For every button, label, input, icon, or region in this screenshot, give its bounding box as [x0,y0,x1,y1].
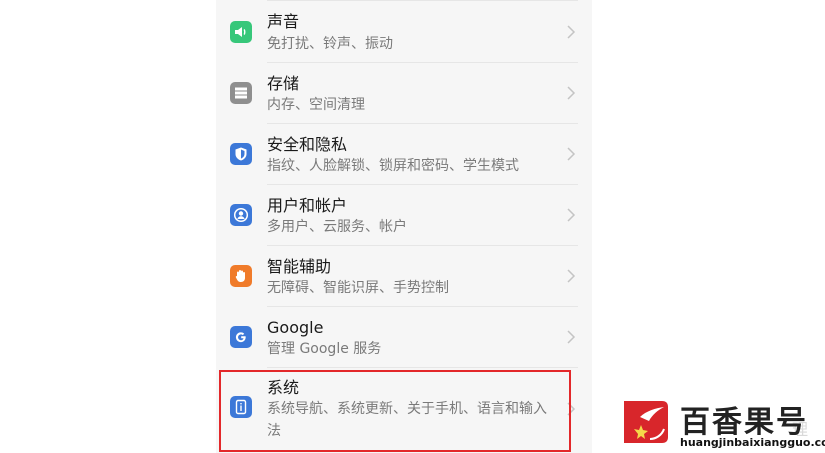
settings-item-google[interactable]: Google 管理 Google 服务 [216,306,592,367]
settings-item-title: 智能辅助 [267,257,332,276]
settings-item-title: 用户和帐户 [267,196,348,215]
speaker-icon [230,21,252,43]
divider [267,184,578,185]
settings-item-subtitle: 内存、空间清理 [267,97,365,113]
hand-icon [230,265,252,287]
settings-item-subtitle: 多用户、云服务、帐户 [267,219,407,235]
divider [267,245,578,246]
storage-icon [230,82,252,104]
watermark-logo: 百香果号 huangjinbaixiangguo.com [620,399,825,453]
chevron-right-icon [567,330,576,344]
settings-item-security[interactable]: 安全和隐私 指纹、人脸解锁、锁屏和密码、学生模式 [216,123,592,184]
chevron-right-icon [567,25,576,39]
chevron-right-icon [567,269,576,283]
settings-item-accounts[interactable]: 用户和帐户 多用户、云服务、帐户 [216,184,592,245]
settings-item-subtitle: 管理 Google 服务 [267,341,382,357]
settings-item-title: 声音 [267,12,300,31]
divider [267,62,578,63]
highlight-box [219,370,571,452]
watermark-url: huangjinbaixiangguo.com [680,436,825,449]
divider [267,0,578,1]
chevron-right-icon [567,208,576,222]
settings-item-subtitle: 指纹、人脸解锁、锁屏和密码、学生模式 [267,158,519,174]
settings-item-sound[interactable]: 声音 免打扰、铃声、振动 [216,0,592,62]
settings-item-title: 安全和隐私 [267,135,348,154]
settings-item-subtitle: 免打扰、铃声、振动 [267,36,393,52]
settings-item-storage[interactable]: 存储 内存、空间清理 [216,62,592,123]
watermark-title: 百香果号 [680,405,808,440]
chevron-right-icon [567,86,576,100]
divider [267,306,578,307]
user-icon [230,204,252,226]
divider [267,367,578,368]
logo-mark-icon [624,401,668,443]
settings-item-title: Google [267,318,324,337]
chevron-right-icon [567,147,576,161]
divider [267,123,578,124]
google-icon [230,326,252,348]
settings-item-title: 存储 [267,74,300,93]
shield-icon [230,143,252,165]
settings-item-smart-assist[interactable]: 智能辅助 无障碍、智能识屏、手势控制 [216,245,592,306]
settings-item-subtitle: 无障碍、智能识屏、手势控制 [267,280,449,296]
